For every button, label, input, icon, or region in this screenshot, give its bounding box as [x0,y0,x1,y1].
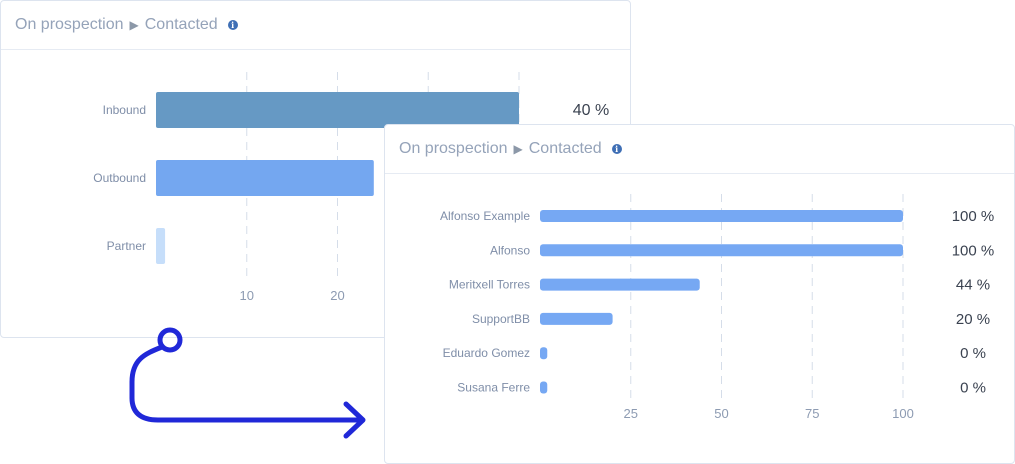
category-label: Eduardo Gomez [443,346,530,360]
bar-chart-by-user: 25 50 75 100 Alfonso Example 100 % Alfonso 100 … [440,194,995,421]
bar[interactable] [156,228,166,264]
x-tick-label: 50 [714,406,728,421]
x-tick-label: 20 [330,288,344,303]
chart-card-by-user: On prospection ▶ Contacted i 25 50 75 100 Al… [384,124,1015,464]
chart-area: 25 50 75 100 Alfonso Example 100 % Alfonso 100 … [385,174,1014,463]
bar[interactable] [540,347,548,360]
stage-from-label: On prospection [15,16,124,33]
bar[interactable] [540,312,613,325]
bar[interactable] [156,160,374,196]
value-label: 20 % [956,311,990,328]
value-label: 40 % [573,102,609,119]
bar[interactable] [540,244,903,257]
value-label: 44 % [956,277,990,294]
value-label: 0 % [960,345,986,362]
x-tick-label: 25 [624,406,638,421]
bar[interactable] [540,278,700,291]
stage-to-label: Contacted [528,140,602,157]
info-icon[interactable]: i [611,144,622,154]
category-label: Alfonso [490,243,530,257]
stage-arrow-icon: ▶ [129,18,139,32]
stage-from-label: On prospection [399,140,508,157]
stage-arrow-icon: ▶ [513,142,523,156]
category-label: SupportBB [472,312,530,326]
category-label: Inbound [103,103,146,117]
category-label: Outbound [93,171,146,185]
bar[interactable] [540,381,548,394]
category-label: Alfonso Example [440,209,530,223]
card-header: On prospection ▶ Contacted i [385,125,1014,174]
x-tick-label: 100 [892,406,914,421]
category-label: Susana Ferre [457,381,530,395]
x-tick-label: 10 [240,288,254,303]
x-tick-label: 75 [805,406,819,421]
bar[interactable] [156,92,519,128]
info-icon[interactable]: i [227,20,238,30]
curved-arrow-icon [129,327,366,439]
value-label: 0 % [960,380,986,397]
value-label: 100 % [952,208,995,225]
category-label: Partner [107,239,146,253]
stage-to-label: Contacted [144,16,218,33]
card-header: On prospection ▶ Contacted i [1,1,630,50]
category-label: Meritxell Torres [449,278,530,292]
value-label: 100 % [952,242,995,259]
bar[interactable] [540,210,903,222]
